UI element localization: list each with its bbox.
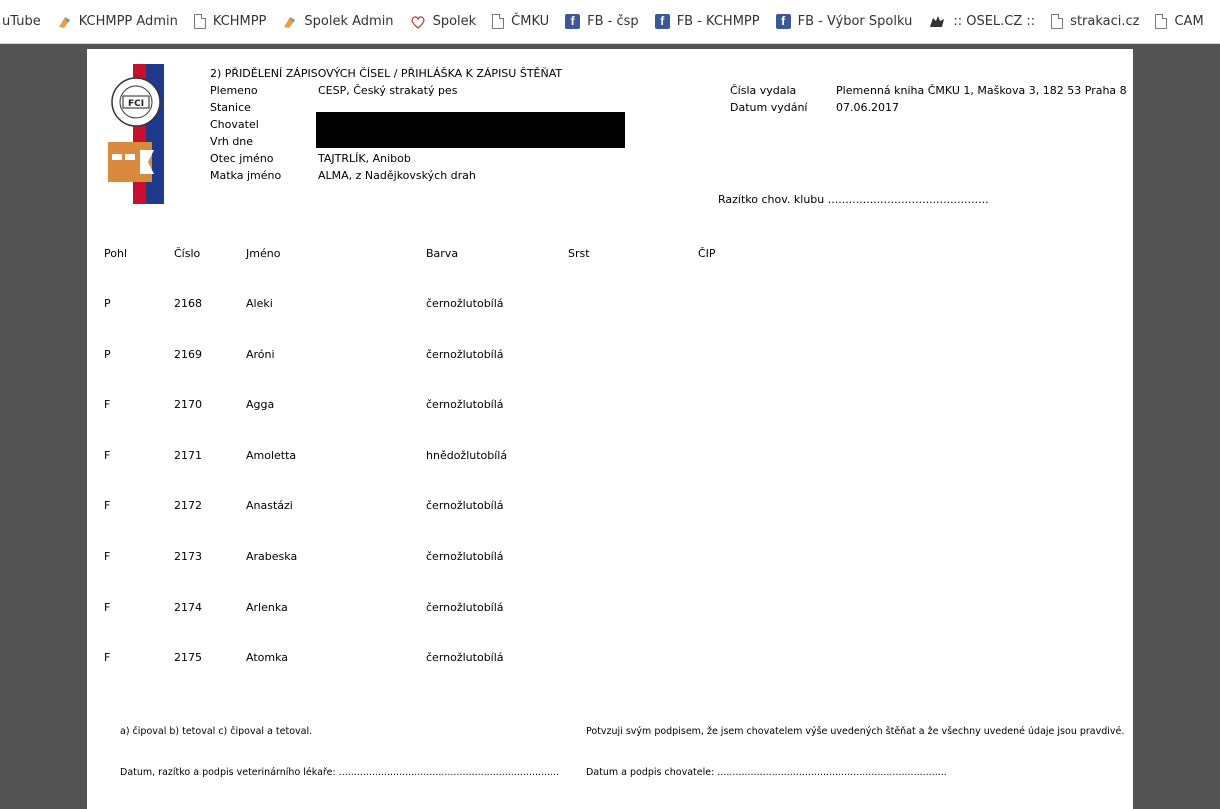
page-icon xyxy=(1155,14,1168,29)
info-value: CESP, Český strakatý pes xyxy=(318,84,458,97)
bookmark-label: uTube xyxy=(2,14,41,29)
bookmark-item[interactable]: Spolek Admin xyxy=(282,14,394,29)
bookmark-label: ČMKU xyxy=(511,14,550,29)
row-name: Anastázi xyxy=(246,499,293,513)
row-number: 2172 xyxy=(174,499,202,513)
row-sex: P xyxy=(104,297,111,310)
row-number: 2175 xyxy=(174,651,202,665)
bookmark-item[interactable]: CAM xyxy=(1155,14,1204,29)
row-name: Arabeska xyxy=(246,550,298,563)
column-header: Jméno xyxy=(246,247,281,260)
redacted-block xyxy=(316,112,625,148)
document-title: 2) PŘIDĚLENÍ ZÁPISOVÝCH ČÍSEL / PŘIHLÁŠK… xyxy=(210,67,563,80)
page-icon xyxy=(1051,14,1064,29)
info-label: Vrh dne xyxy=(210,135,254,148)
row-color: hnědožlutobílá xyxy=(426,448,508,462)
page-icon xyxy=(492,14,505,29)
row-sex: F xyxy=(104,398,111,412)
info-value: 07.06.2017 xyxy=(836,101,899,114)
row-number: 2168 xyxy=(174,297,202,310)
info-value: TAJTRLÍK, Anibob xyxy=(318,152,411,165)
info-label: Chovatel xyxy=(210,118,259,131)
row-number: 2174 xyxy=(174,600,202,614)
bookmark-label: KCHMPP Admin xyxy=(78,14,178,29)
breeder-signature-line: Datum a podpis chovatele: ..............… xyxy=(586,767,947,778)
info-value: Plemenná kniha ČMKU 1, Maškova 3, 182 53… xyxy=(836,84,1127,97)
bookmark-item[interactable]: KCHMPP xyxy=(193,14,267,29)
row-name: Aleki xyxy=(246,297,273,310)
column-header: Číslo xyxy=(174,247,201,260)
pdf-viewer[interactable]: FCI 2) PŘIDĚLENÍ ZÁPISOVÝCH ČÍSEL / PŘIH… xyxy=(0,44,1220,809)
info-label: Stanice xyxy=(210,101,251,114)
bookmark-item[interactable]: uTube xyxy=(2,14,41,29)
bookmark-label: FB - Výbor Spolku xyxy=(797,14,913,29)
vet-signature-line: Datum, razítko a podpis veterinárního lé… xyxy=(120,767,560,778)
osel-icon xyxy=(930,16,945,27)
row-number: 2173 xyxy=(174,550,202,563)
bookmark-label: KCHMPP xyxy=(212,14,267,29)
stamp-label: Razítko chov. klubu ....................… xyxy=(718,193,989,206)
bookmark-label: FB - KCHMPP xyxy=(676,14,760,29)
bookmark-label: strakaci.cz xyxy=(1070,14,1140,29)
bookmark-label: Spolek xyxy=(432,14,477,29)
svg-text:FCI: FCI xyxy=(128,99,144,109)
bookmark-item[interactable]: f FB - čsp xyxy=(565,14,639,29)
column-header: Pohl xyxy=(104,247,127,260)
bookmark-label: :: OSEL.CZ :: xyxy=(953,14,1036,29)
bookmark-label: Spolek Admin xyxy=(304,14,394,29)
facebook-icon: f xyxy=(775,14,791,29)
info-label: Plemeno xyxy=(210,84,258,97)
row-sex: F xyxy=(104,550,111,563)
cmku-fci-logo: FCI xyxy=(108,64,164,204)
info-label: Datum vydání xyxy=(730,101,808,114)
row-number: 2171 xyxy=(174,448,202,462)
row-color: černožlutobílá xyxy=(426,651,504,665)
row-sex: P xyxy=(104,347,111,361)
row-name: Amoletta xyxy=(246,448,297,462)
chip-legend: a) čipoval b) tetoval c) čipoval a tetov… xyxy=(120,726,313,737)
bookmark-label: FB - čsp xyxy=(587,14,639,29)
info-label: Čísla vydala xyxy=(730,84,797,97)
declaration-text: Potvzuji svým podpisem, že jsem chovatel… xyxy=(586,726,1125,737)
row-color: černožlutobílá xyxy=(426,499,504,513)
bookmark-item[interactable]: Spolek xyxy=(410,14,477,29)
document-page: FCI 2) PŘIDĚLENÍ ZÁPISOVÝCH ČÍSEL / PŘIH… xyxy=(87,49,1133,809)
bookmarks-bar: uTube KCHMPP Admin KCHMPP Spolek Admin Spole… xyxy=(0,0,1220,44)
column-header: ČIP xyxy=(698,247,716,260)
column-header: Srst xyxy=(568,247,590,260)
bookmark-item[interactable]: strakaci.cz xyxy=(1051,14,1139,29)
row-name: Atomka xyxy=(246,651,289,665)
facebook-icon: f xyxy=(565,14,581,29)
row-name: Arlenka xyxy=(246,600,288,614)
row-name: Aróni xyxy=(246,347,275,361)
info-value: ALMA, z Nadějkovských drah xyxy=(318,169,476,182)
row-name: Agga xyxy=(246,398,275,412)
row-sex: F xyxy=(104,499,111,513)
row-color: černožlutobílá xyxy=(426,600,504,614)
bookmark-item[interactable]: f FB - Výbor Spolku xyxy=(775,14,913,29)
row-color: černožlutobílá xyxy=(426,297,504,310)
bookmark-label: CAM xyxy=(1174,14,1204,29)
info-label: Matka jméno xyxy=(210,169,282,182)
row-color: černožlutobílá xyxy=(426,550,504,563)
row-number: 2169 xyxy=(174,347,202,361)
bookmark-item[interactable]: KCHMPP Admin xyxy=(57,14,178,29)
spolek-icon xyxy=(58,16,70,28)
bookmark-item[interactable]: f FB - KCHMPP xyxy=(654,14,760,29)
column-header: Barva xyxy=(426,247,459,260)
page-icon xyxy=(193,14,206,29)
bookmark-item[interactable]: ČMKU xyxy=(492,14,549,29)
row-sex: F xyxy=(104,600,111,614)
row-number: 2170 xyxy=(174,398,202,412)
facebook-icon: f xyxy=(654,14,670,29)
bookmark-item[interactable]: :: OSEL.CZ :: xyxy=(928,14,1035,29)
heart-icon xyxy=(411,15,425,29)
row-color: černožlutobílá xyxy=(426,347,504,361)
info-label: Otec jméno xyxy=(210,152,274,165)
spolek-icon xyxy=(284,16,296,28)
row-sex: F xyxy=(104,448,111,462)
row-sex: F xyxy=(104,651,111,665)
row-color: černožlutobílá xyxy=(426,398,504,412)
